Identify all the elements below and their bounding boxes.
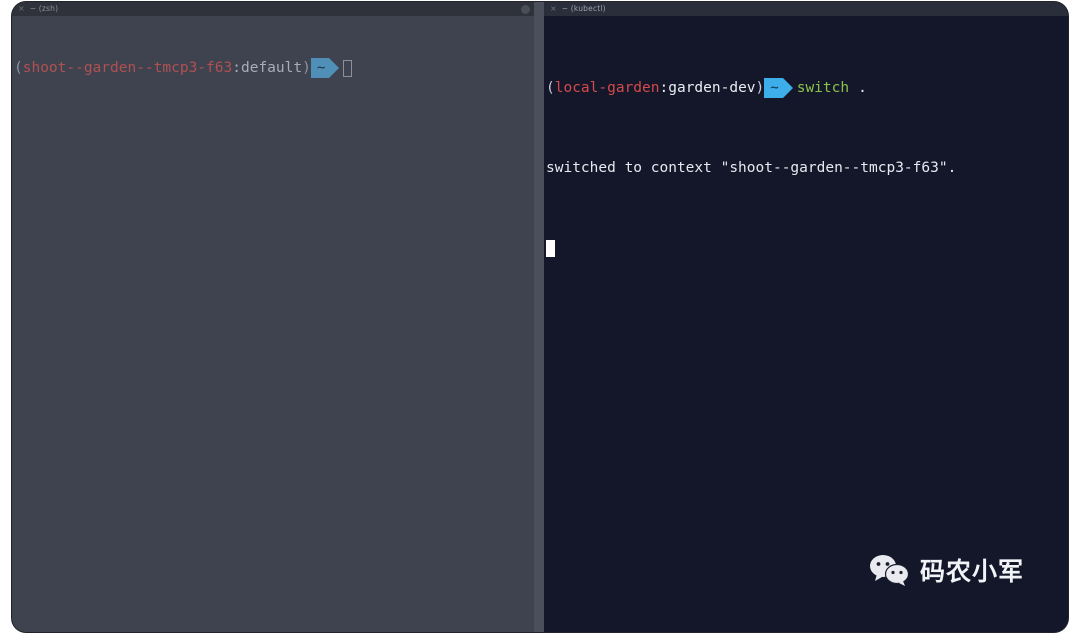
pane-left-titlebar: × ~ (zsh) [12,2,534,16]
pane-left-close-icon[interactable]: × [18,2,25,16]
prompt-context: shoot--garden--tmcp3-f63 [22,60,233,76]
watermark: 码农小军 [869,552,1024,588]
command-argument: . [858,80,867,96]
pane-left-title-label: ~ (zsh) [29,4,59,13]
prompt-namespace: default [240,60,303,76]
terminal-output-text: switched to context "shoot--garden--tmcp… [546,160,957,176]
prompt-open-paren: ( [546,80,555,96]
cursor-line-right [546,238,1068,258]
pane-right-title-label: ~ (kubectl) [561,4,606,13]
terminal-right-content[interactable]: (local-garden: garden-dev) ~ switch. switch… [544,16,1068,298]
prompt-colon: : [232,60,241,76]
pane-right-titlebar: × ~ (kubectl) [544,2,1068,16]
prompt-close-paren: ) [302,60,311,76]
pane-left-menu-icon[interactable] [521,4,530,14]
terminal-pane-left[interactable]: × ~ (zsh) (shoot--garden--tmcp3-f63: defa… [12,2,534,632]
prompt-close-paren: ) [755,80,765,96]
terminal-cursor-left [343,59,353,77]
terminal-window: × ~ (zsh) (shoot--garden--tmcp3-f63: defa… [12,2,1068,632]
prompt-open-paren: ( [14,60,23,76]
terminal-cursor-right [546,239,555,257]
command-name: switch [796,80,850,96]
prompt-context: local-garden [554,80,660,96]
prompt-line-right: (local-garden: garden-dev) ~ switch. [546,78,1068,98]
prompt-path-segment: ~ [764,78,794,98]
wechat-icon [869,555,910,586]
terminal-pane-right[interactable]: × ~ (kubectl) (local-garden: garden-dev) ~… [544,2,1068,632]
prompt-colon: : [659,80,669,96]
prompt-namespace: garden-dev [668,80,756,96]
pane-divider[interactable] [534,2,544,632]
terminal-left-content[interactable]: (shoot--garden--tmcp3-f63: default) ~ [12,16,534,118]
prompt-path-segment: ~ [310,58,340,78]
watermark-text: 码农小军 [919,557,1024,586]
prompt-line-left: (shoot--garden--tmcp3-f63: default) ~ [14,58,534,78]
terminal-output-line: switched to context "shoot--garden--tmcp… [546,158,1068,178]
pane-right-close-icon[interactable]: × [550,2,557,16]
